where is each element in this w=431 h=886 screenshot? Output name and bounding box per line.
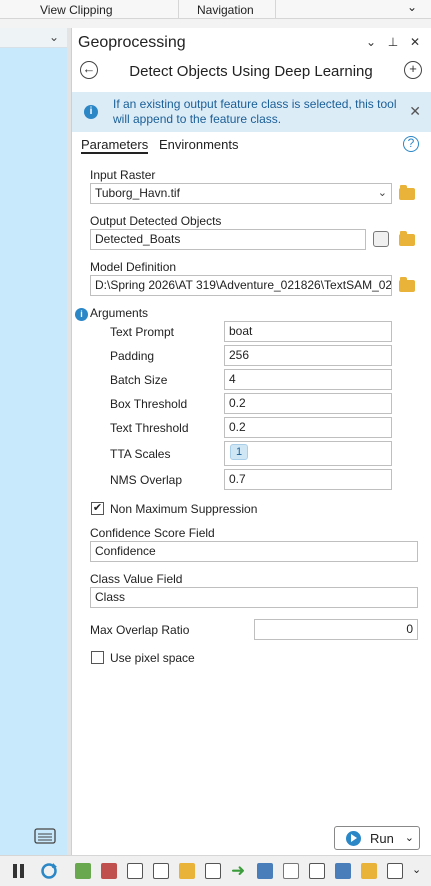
locate-icon[interactable]: [387, 863, 403, 879]
banner-message: If an existing output feature class is s…: [113, 97, 397, 126]
max-overlap-label: Max Overlap Ratio: [90, 623, 190, 637]
input-raster-label: Input Raster: [90, 168, 156, 182]
info-icon: i: [84, 105, 98, 119]
input-raster-field[interactable]: Tuborg_Havn.tif ⌄: [90, 183, 392, 204]
pixel-space-checkbox[interactable]: [91, 651, 104, 664]
browse-folder-icon[interactable]: [399, 231, 415, 246]
catalog-icon[interactable]: [75, 863, 91, 879]
model-definition-value: D:\Spring 2026\AT 319\Adventure_021826\T…: [95, 278, 392, 292]
arg-label-tta-scales: TTA Scales: [110, 447, 171, 461]
arrow-right-icon[interactable]: ➜: [231, 861, 245, 881]
run-label: Run: [370, 831, 394, 846]
run-button[interactable]: Run ⌄: [334, 826, 420, 850]
history-icon[interactable]: [205, 863, 221, 879]
class-field-label: Class Value Field: [90, 572, 183, 586]
tool-title: Detect Objects Using Deep Learning: [129, 63, 373, 80]
chevron-down-icon[interactable]: ⌄: [49, 30, 59, 44]
tab-parameters[interactable]: Parameters: [81, 137, 149, 154]
browse-folder-icon[interactable]: [399, 185, 415, 200]
attributes-icon[interactable]: [309, 863, 325, 879]
add-plus-icon[interactable]: +: [404, 61, 422, 79]
pixel-space-label: Use pixel space: [110, 651, 195, 665]
model-definition-label: Model Definition: [90, 260, 177, 274]
pin-icon[interactable]: ⊥: [387, 35, 399, 49]
refresh-icon[interactable]: [40, 862, 58, 880]
ribbon-collapse-chevron-icon[interactable]: ⌄: [407, 0, 417, 14]
ribbon-separator: [178, 0, 179, 18]
back-arrow-icon[interactable]: ←: [80, 61, 98, 79]
nms-label: Non Maximum Suppression: [110, 502, 258, 516]
class-field-input[interactable]: Class: [90, 587, 418, 608]
geoprocessing-pane: Geoprocessing ⌄ ⊥ ✕ Detect Objects Using…: [71, 28, 431, 855]
help-icon[interactable]: ?: [403, 136, 419, 152]
map-view[interactable]: [0, 28, 67, 855]
feature-class-options-icon[interactable]: [373, 231, 389, 247]
max-overlap-input[interactable]: 0: [254, 619, 418, 640]
tab-environments[interactable]: Environments: [159, 137, 238, 152]
arg-field-text-threshold[interactable]: 0.2: [224, 417, 392, 438]
model-builder-icon[interactable]: [127, 863, 143, 879]
model-definition-field[interactable]: D:\Spring 2026\AT 319\Adventure_021826\T…: [90, 275, 392, 296]
confidence-field-label: Confidence Score Field: [90, 526, 215, 540]
pane-options-chevron-icon[interactable]: ⌄: [365, 35, 377, 49]
ribbon-separator: [275, 0, 276, 18]
chevron-down-icon[interactable]: ⌄: [378, 184, 387, 203]
chevron-down-icon[interactable]: ⌄: [405, 831, 414, 844]
output-objects-label: Output Detected Objects: [90, 214, 222, 228]
chevron-down-icon[interactable]: ⌄: [412, 863, 421, 876]
arg-field-nms-overlap[interactable]: 0.7: [224, 469, 392, 490]
edit-icon[interactable]: [179, 863, 195, 879]
arg-field-tta-scales[interactable]: 1: [224, 441, 392, 466]
python-window-icon[interactable]: [153, 863, 169, 879]
browse-folder-icon[interactable]: [399, 277, 415, 292]
arg-label-text-threshold: Text Threshold: [110, 421, 189, 435]
ribbon-strip: View Clipping Navigation ⌄: [0, 0, 431, 19]
arg-field-text-prompt[interactable]: boat: [224, 321, 392, 342]
arguments-label: Arguments: [90, 306, 149, 320]
arg-label-text-prompt: Text Prompt: [110, 325, 175, 339]
chart-icon[interactable]: [335, 863, 351, 879]
dismiss-banner-icon[interactable]: ✕: [409, 103, 421, 120]
symbology-icon[interactable]: [361, 863, 377, 879]
nms-checkbox[interactable]: ✔: [91, 502, 104, 515]
bottom-toolbar: ➜ ⌄: [0, 855, 431, 886]
input-raster-value: Tuborg_Havn.tif: [95, 186, 180, 200]
toolbox-icon[interactable]: [101, 863, 117, 879]
ribbon-group-view-clipping[interactable]: View Clipping: [40, 3, 113, 17]
output-objects-field[interactable]: Detected_Boats: [90, 229, 366, 250]
close-icon[interactable]: ✕: [409, 35, 421, 49]
ribbon-group-navigation[interactable]: Navigation: [197, 3, 254, 17]
pane-title: Geoprocessing: [78, 34, 186, 51]
arg-field-box-threshold[interactable]: 0.2: [224, 393, 392, 414]
info-banner: i If an existing output feature class is…: [72, 92, 431, 132]
map-navigator-icon[interactable]: [34, 826, 56, 844]
arg-label-padding: Padding: [110, 349, 155, 363]
arg-label-batch-size: Batch Size: [110, 373, 168, 387]
arg-field-batch-size[interactable]: 4: [224, 369, 392, 390]
pause-icon[interactable]: [12, 863, 26, 879]
field-calculator-icon[interactable]: [283, 863, 299, 879]
tta-scale-chip[interactable]: 1: [230, 444, 248, 460]
map-view-header: ⌄: [0, 28, 67, 48]
run-play-icon: [346, 831, 361, 846]
arg-field-padding[interactable]: 256: [224, 345, 392, 366]
arg-label-nms-overlap: NMS Overlap: [110, 473, 183, 487]
info-icon[interactable]: i: [75, 308, 88, 321]
output-objects-value: Detected_Boats: [95, 232, 181, 246]
arg-label-box-threshold: Box Threshold: [110, 397, 188, 411]
confidence-field-input[interactable]: Confidence: [90, 541, 418, 562]
table-icon[interactable]: [257, 863, 273, 879]
